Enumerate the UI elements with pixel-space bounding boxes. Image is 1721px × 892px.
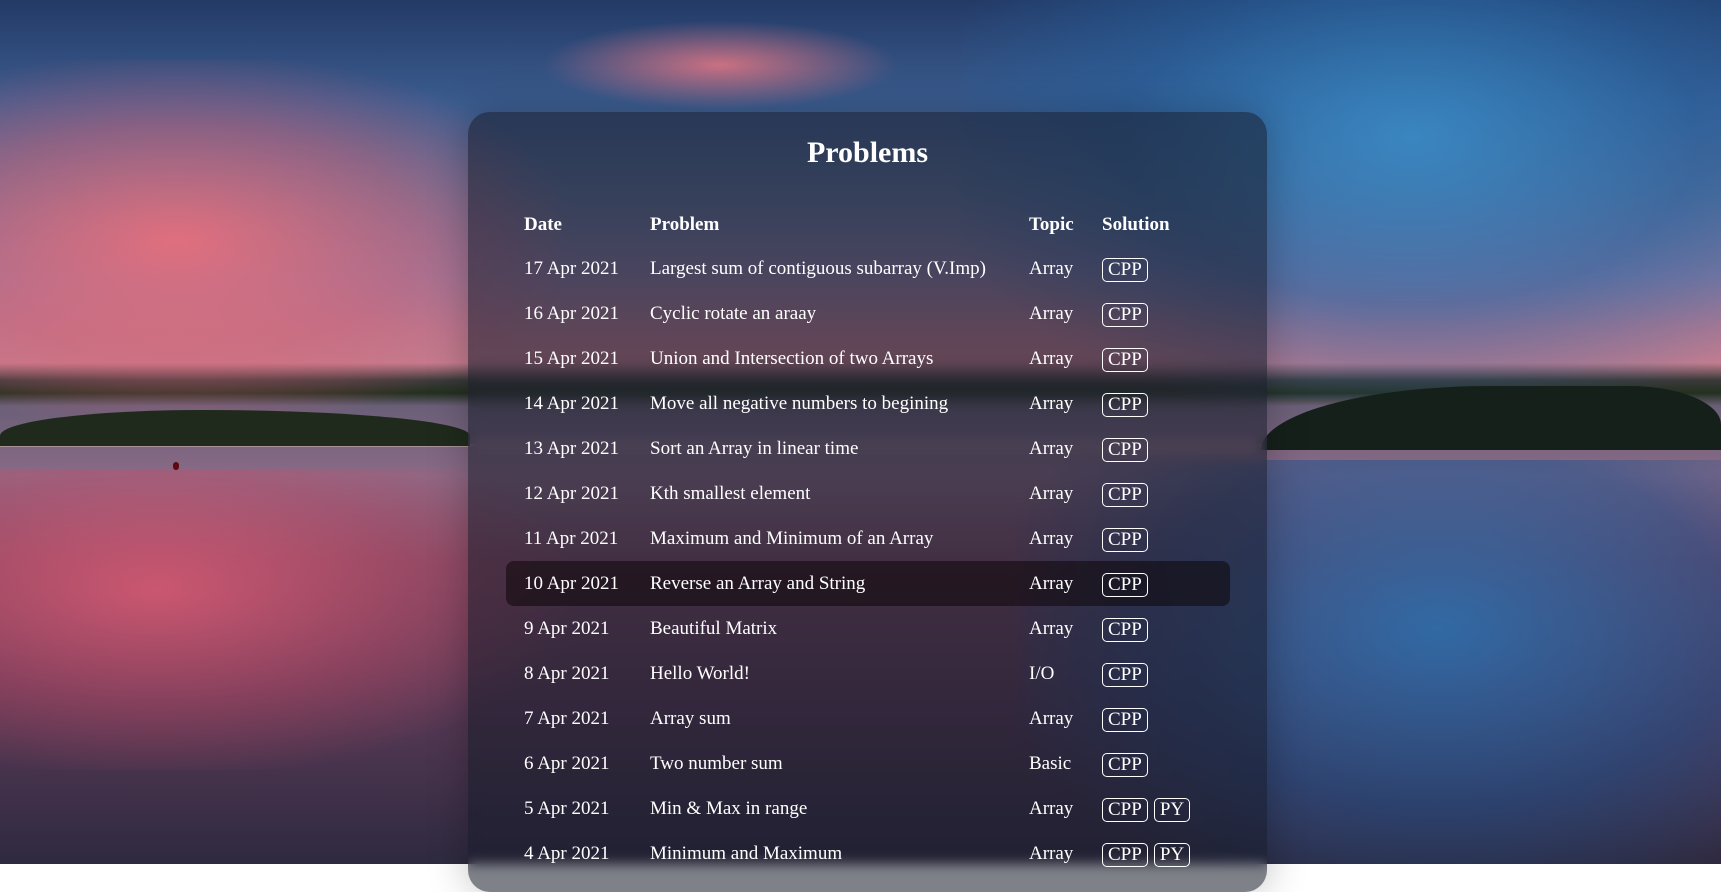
row-topic: Basic (1029, 753, 1072, 774)
row-solutions: CPP PY (1102, 831, 1196, 876)
row-date: 5 Apr 2021 (524, 798, 610, 819)
row-topic: Array (1029, 528, 1074, 549)
column-header-problem: Problem (650, 214, 720, 235)
row-solutions: CPP (1102, 516, 1154, 561)
solution-link-py[interactable]: PY (1153, 842, 1191, 867)
row-date: 17 Apr 2021 (524, 258, 619, 279)
table-body: 17 Apr 2021 Largest sum of contiguous sub… (506, 246, 1230, 876)
table-row: 4 Apr 2021 Minimum and Maximum Array CPP PY (506, 831, 1230, 876)
column-header-solution: Solution (1102, 214, 1170, 235)
pink-cloud (540, 20, 900, 110)
table-header-row: Date Problem Topic Solution (506, 204, 1230, 246)
row-problem: Largest sum of contiguous subarray (V.Im… (650, 258, 986, 279)
solution-link-cpp[interactable]: CPP (1102, 392, 1148, 417)
row-topic: Array (1029, 483, 1074, 504)
row-problem: Reverse an Array and String (650, 573, 866, 594)
solution-link-cpp[interactable]: CPP (1102, 527, 1148, 552)
row-solutions: CPP (1102, 426, 1154, 471)
solution-link-cpp[interactable]: CPP (1102, 437, 1148, 462)
page-title: Problems (806, 136, 929, 169)
table-row: 9 Apr 2021 Beautiful Matrix Array CPP (506, 606, 1230, 651)
solution-link-cpp[interactable]: CPP (1102, 797, 1148, 822)
row-solutions: CPP (1102, 741, 1154, 786)
row-solutions: CPP (1102, 381, 1154, 426)
row-date: 14 Apr 2021 (524, 393, 619, 414)
table-row: 15 Apr 2021 Union and Intersection of two… (506, 336, 1230, 381)
row-solutions: CPP PY (1102, 786, 1196, 831)
row-topic: I/O (1029, 663, 1055, 684)
row-solutions: CPP (1102, 651, 1154, 696)
table-row: 13 Apr 2021 Sort an Array in linear time A… (506, 426, 1230, 471)
row-problem: Minimum and Maximum (650, 843, 843, 864)
table-row: 10 Apr 2021 Reverse an Array and String Ar… (506, 561, 1230, 606)
row-problem: Sort an Array in linear time (650, 438, 859, 459)
row-date: 12 Apr 2021 (524, 483, 619, 504)
row-date: 10 Apr 2021 (524, 573, 619, 594)
row-solutions: CPP (1102, 561, 1154, 606)
table-row: 6 Apr 2021 Two number sum Basic CPP (506, 741, 1230, 786)
column-header-topic: Topic (1029, 214, 1074, 235)
row-problem: Cyclic rotate an araay (650, 303, 817, 324)
solution-link-cpp[interactable]: CPP (1102, 347, 1148, 372)
table-row: 5 Apr 2021 Min & Max in range Array CPP PY (506, 786, 1230, 831)
column-header-date: Date (524, 214, 562, 235)
table-row: 12 Apr 2021 Kth smallest element Array CPP (506, 471, 1230, 516)
solution-link-cpp[interactable]: CPP (1102, 302, 1148, 327)
row-problem: Hello World! (650, 663, 750, 684)
row-date: 15 Apr 2021 (524, 348, 619, 369)
problems-panel: Problems Date Problem Topic Solution 17 … (468, 112, 1267, 892)
solution-link-cpp[interactable]: CPP (1102, 842, 1148, 867)
row-problem: Beautiful Matrix (650, 618, 778, 639)
solution-link-cpp[interactable]: CPP (1102, 662, 1148, 687)
solution-link-cpp[interactable]: CPP (1102, 707, 1148, 732)
row-topic: Array (1029, 438, 1074, 459)
solution-link-py[interactable]: PY (1153, 797, 1191, 822)
row-solutions: CPP (1102, 471, 1154, 516)
table-row: 14 Apr 2021 Move all negative numbers to … (506, 381, 1230, 426)
row-solutions: CPP (1102, 246, 1154, 291)
row-date: 13 Apr 2021 (524, 438, 619, 459)
solution-link-cpp[interactable]: CPP (1102, 257, 1148, 282)
row-date: 7 Apr 2021 (524, 708, 610, 729)
row-problem: Maximum and Minimum of an Array (650, 528, 934, 549)
table-row: 17 Apr 2021 Largest sum of contiguous sub… (506, 246, 1230, 291)
table-row: 11 Apr 2021 Maximum and Minimum of an Arr… (506, 516, 1230, 561)
row-date: 4 Apr 2021 (524, 843, 610, 864)
solution-link-cpp[interactable]: CPP (1102, 482, 1148, 507)
solution-link-cpp[interactable]: CPP (1102, 752, 1148, 777)
problems-table: Date Problem Topic Solution 17 Apr 2021 L… (506, 204, 1230, 876)
row-problem: Union and Intersection of two Arrays (650, 348, 934, 369)
row-topic: Array (1029, 393, 1074, 414)
row-solutions: CPP (1102, 336, 1154, 381)
row-solutions: CPP (1102, 696, 1154, 741)
table-row: 8 Apr 2021 Hello World! I/O CPP (506, 651, 1230, 696)
row-topic: Array (1029, 258, 1074, 279)
solution-link-cpp[interactable]: CPP (1102, 617, 1148, 642)
row-date: 9 Apr 2021 (524, 618, 610, 639)
row-problem: Array sum (650, 708, 731, 729)
row-date: 8 Apr 2021 (524, 663, 610, 684)
row-topic: Array (1029, 348, 1074, 369)
row-date: 11 Apr 2021 (524, 528, 619, 549)
row-solutions: CPP (1102, 606, 1154, 651)
row-problem: Kth smallest element (650, 483, 811, 504)
row-topic: Array (1029, 798, 1074, 819)
row-problem: Two number sum (650, 753, 783, 774)
row-topic: Array (1029, 303, 1074, 324)
solution-link-cpp[interactable]: CPP (1102, 572, 1148, 597)
row-topic: Array (1029, 618, 1074, 639)
row-solutions: CPP (1102, 291, 1154, 336)
row-topic: Array (1029, 708, 1074, 729)
row-problem: Move all negative numbers to begining (650, 393, 949, 414)
table-row: 16 Apr 2021 Cyclic rotate an araay Array CP… (506, 291, 1230, 336)
row-topic: Array (1029, 843, 1074, 864)
row-topic: Array (1029, 573, 1074, 594)
row-date: 16 Apr 2021 (524, 303, 619, 324)
table-row: 7 Apr 2021 Array sum Array CPP (506, 696, 1230, 741)
row-date: 6 Apr 2021 (524, 753, 610, 774)
buoy (173, 462, 179, 470)
row-problem: Min & Max in range (650, 798, 808, 819)
